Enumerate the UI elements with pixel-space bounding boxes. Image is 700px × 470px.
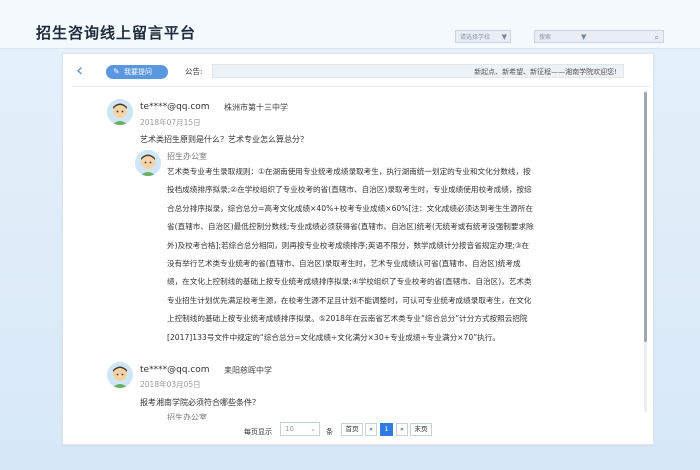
search-icon[interactable]: ⌕ — [655, 31, 659, 44]
reply-name: 招生办公室 — [167, 152, 207, 161]
reply-body: 艺术类专业考生录取规则：①在湖南使用专业统考成绩录取考生，执行湖南统一划定的专业… — [167, 163, 541, 347]
reply-line: 艺术类专业考生录取规则：①在湖南使用专业统考成绩录取考生，执行湖南统一划定的专业… — [167, 167, 531, 176]
per-page-value: 10 — [285, 425, 294, 433]
per-page-label: 每页显示 — [244, 428, 272, 436]
reply-line: [2017]133号文件中规定的“综合总分=文化成绩÷文化满分×30+专业成绩÷… — [167, 332, 500, 342]
message-user: te****@qq.com — [140, 102, 210, 112]
header: 招生咨询线上留言平台 请选择学校 ▼ 搜索 ▼ ⌕ — [0, 0, 700, 49]
last-page-button[interactable]: 末页 — [410, 423, 432, 436]
notice-label: 公告: — [185, 67, 203, 76]
message-question: 报考湘南学院必须符合哪些条件？ — [140, 398, 260, 407]
app-title: 招生咨询线上留言平台 — [36, 24, 197, 42]
school-select-placeholder: 请选择学校 — [460, 34, 491, 41]
reply-line: 合总分排序拟录，综合总分=高考文化成绩×40%+校考专业成绩×60%[注：文化成… — [167, 203, 533, 213]
message-question: 艺术类招生原则是什么？艺术专业怎么算总分？ — [140, 135, 308, 144]
reply-line: 投档成绩排序拟录;②在学校组织了专业校考的省(直辖市、自治区)录取考生时，专业成… — [167, 185, 532, 195]
reply-name: 招生办公室 — [167, 413, 207, 420]
reply-line: 外)及校考合格];若综合总分相同，则再按专业校考成绩排序;英语不限分，数学成绩计… — [167, 240, 530, 250]
message-date: 2018年07月15日 — [140, 118, 201, 127]
reply-line: 上控制线的基础上按专业统考成绩排序拟录。⑤2018年在云南省艺术类专业“综合总分… — [167, 314, 528, 324]
user-avatar — [107, 99, 133, 125]
prev-page-button[interactable]: « — [365, 423, 377, 436]
chevron-down-icon: ▼ — [501, 33, 507, 41]
per-page-unit: 条 — [326, 428, 333, 436]
ask-question-label: 我要提问 — [124, 68, 152, 76]
message-school: 耒阳慈晖中学 — [224, 366, 272, 375]
first-page-button[interactable]: 首页 — [341, 423, 363, 436]
page-1-button[interactable]: 1 — [380, 423, 393, 436]
notice-bar: 新起点、新希望、新征程——湘南学院欢迎您! — [212, 64, 624, 78]
reply-line: 省(直辖市、自治区)最低控制分数线;专业成绩必须获得省(直辖市、自治区)统考(无… — [167, 222, 534, 232]
search-input[interactable]: 搜索 ▼ ⌕ — [534, 30, 664, 43]
user-avatar — [107, 362, 133, 388]
reply-line: 没有举行艺术类专业统考的省(直辖市、自治区)录取考生时，艺术专业成绩认可省(直辖… — [167, 259, 521, 269]
school-select[interactable]: 请选择学校 ▼ — [455, 30, 511, 43]
message-date: 2018年03月05日 — [140, 380, 201, 389]
reply-avatar — [135, 150, 161, 176]
reply-line: 专业招生计划优先满足校考生源，在校考生源不足且计划不能调整时，可认可专业统考成绩… — [167, 295, 532, 305]
search-placeholder: 搜索 — [539, 34, 552, 41]
next-page-button[interactable]: » — [396, 423, 408, 436]
notice-text: 新起点、新希望、新征程——湘南学院欢迎您! — [474, 68, 617, 76]
reply-line: 绩，在文化上控制线的基础上按专业统考成绩排序拟录;④学校组织了专业校考的省(直辖… — [167, 277, 532, 287]
chevron-down-icon: ▼ — [581, 33, 587, 41]
back-arrow-icon[interactable]: ‹ — [76, 62, 83, 80]
ask-question-button[interactable]: ✎ 我要提问 — [106, 65, 168, 79]
per-page-select[interactable]: 10 ⌄ — [280, 422, 320, 436]
pencil-icon: ✎ — [113, 67, 120, 76]
message-user: te****@qq.com — [140, 365, 210, 375]
chevron-down-icon: ⌄ — [310, 425, 316, 433]
divider — [72, 86, 650, 87]
message-school: 株洲市第十三中学 — [224, 103, 288, 112]
scrollbar-thumb[interactable] — [644, 92, 647, 342]
